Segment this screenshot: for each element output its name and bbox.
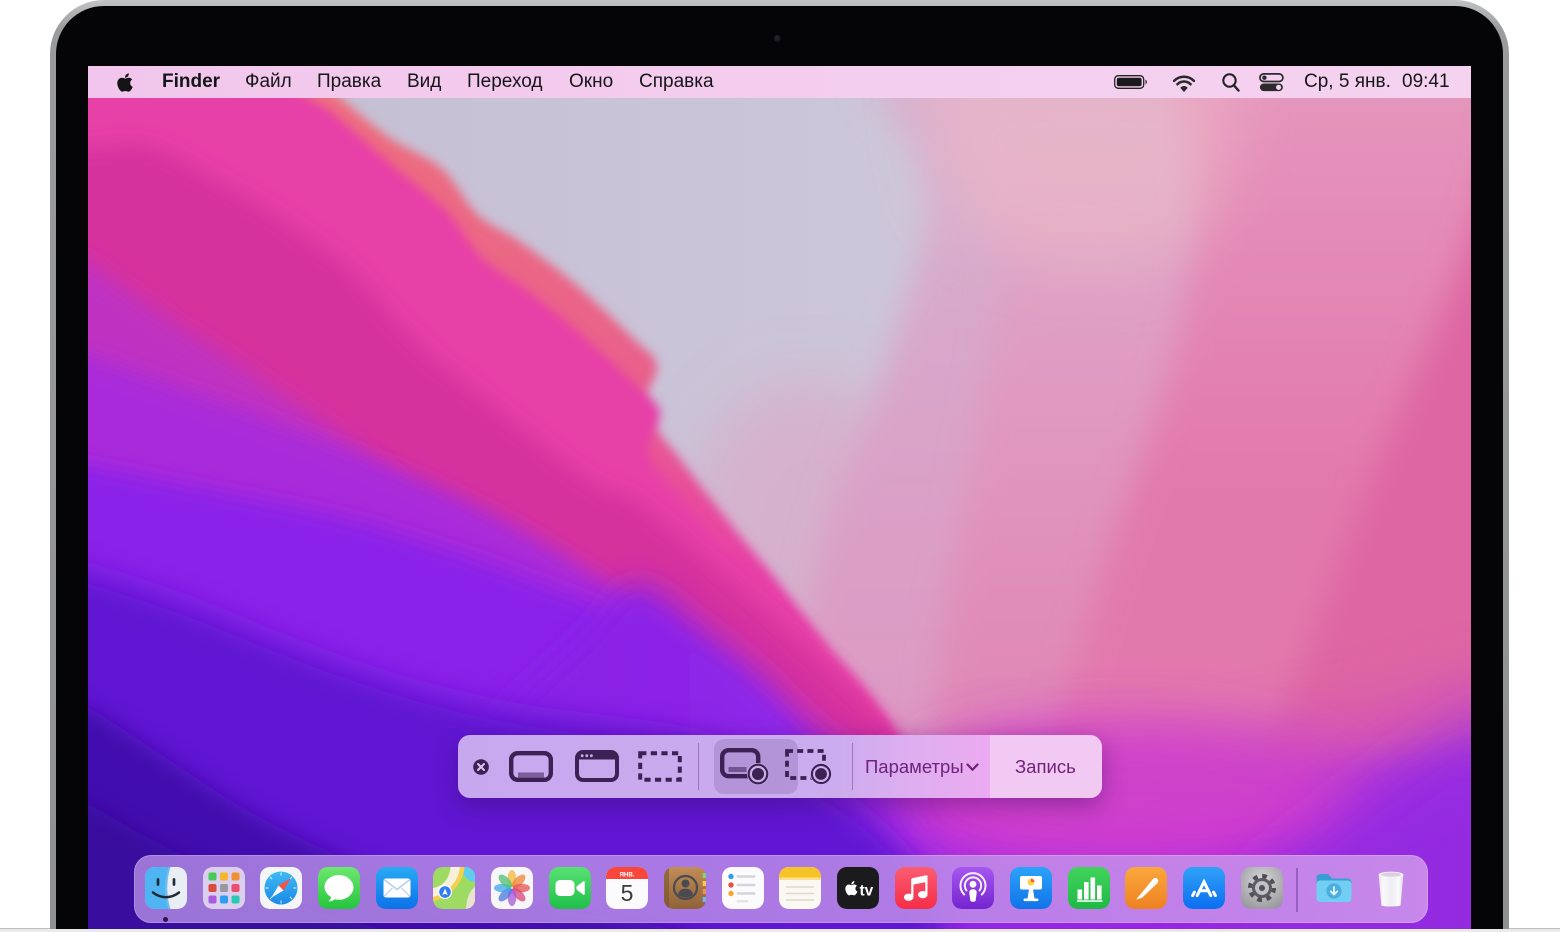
svg-text:tv: tv [859,882,873,899]
svg-text:5: 5 [621,880,634,906]
svg-text:ЯНВ.: ЯНВ. [620,871,635,878]
